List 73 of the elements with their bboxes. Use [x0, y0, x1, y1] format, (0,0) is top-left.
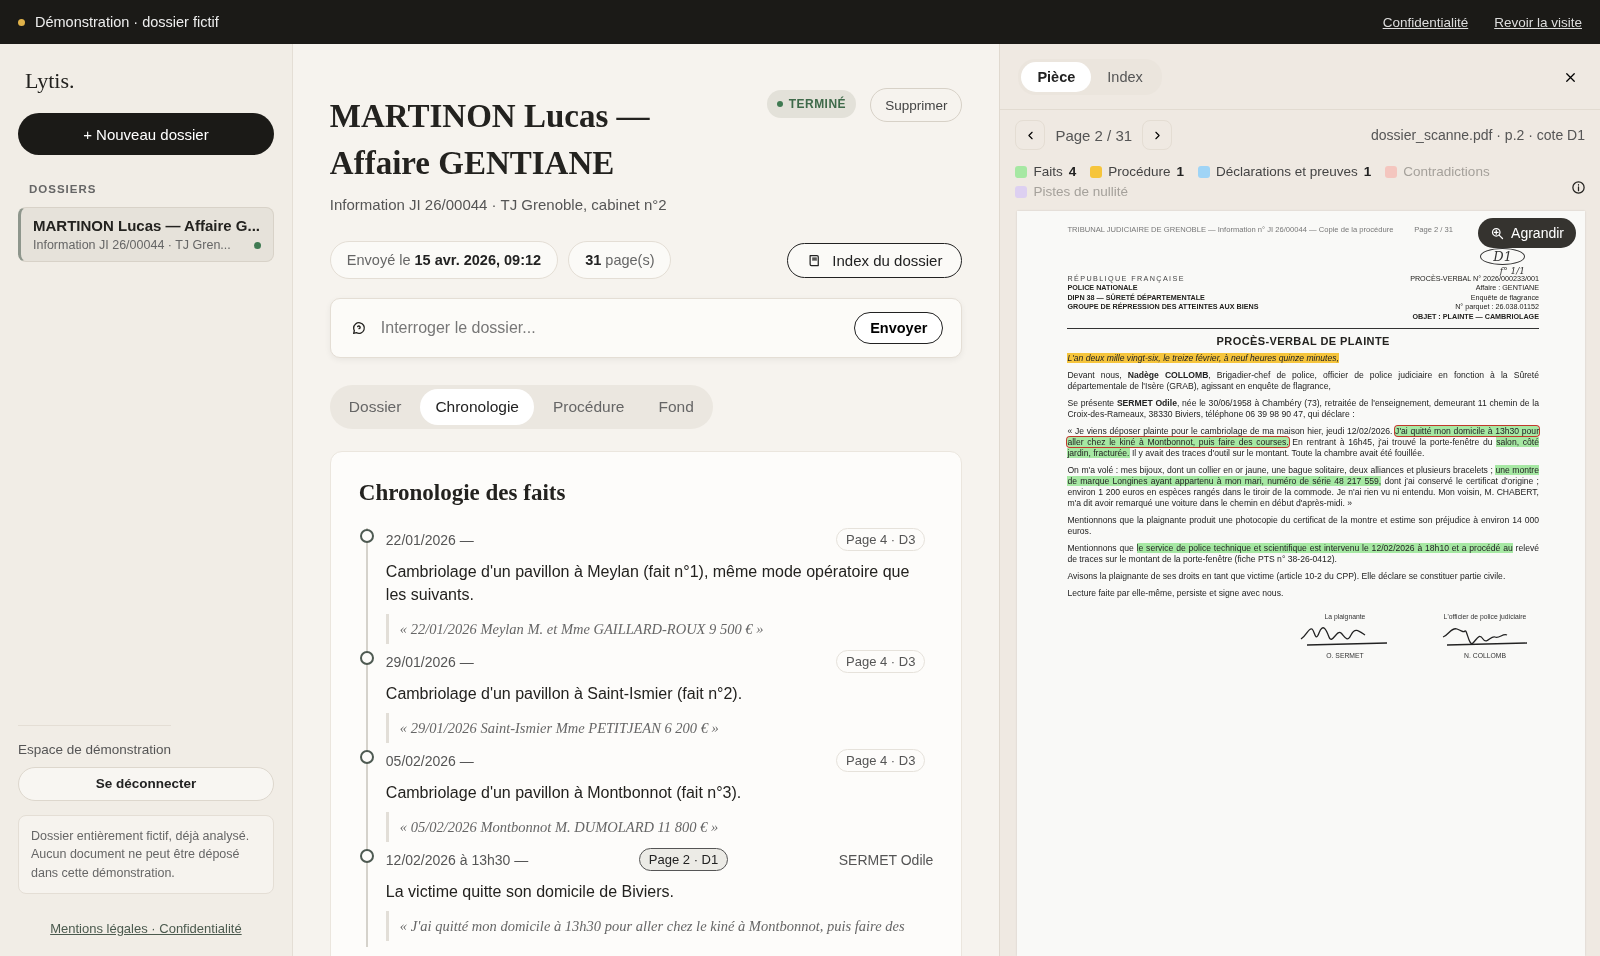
event-date: 05/02/2026 — — [385, 752, 474, 769]
viewer-tab[interactable]: Index — [1091, 62, 1159, 92]
previous-page-button[interactable] — [1015, 120, 1046, 150]
page-reference[interactable]: Page 2 · D1 — [638, 848, 729, 871]
info-icon — [1571, 180, 1586, 195]
document-paragraph: Mentionnons que le service de police technique et scientifique est intervenu le 12/02/2026 à 18h10 et a procédé au relevé de traces sur le montant de la porte-fenêtre (fiche PTS n° 38-26-0412). — [1067, 543, 1539, 566]
demo-banner-text: Démonstration · dossier fictif — [35, 14, 219, 30]
index-button[interactable]: Index du dossier — [787, 242, 963, 278]
page-indicator: Page 2 / 31 — [1054, 126, 1134, 144]
dossier-subtitle: Information JI 26/00044 · TJ Gren... — [33, 238, 232, 252]
header-link[interactable]: Confidentialité — [1382, 14, 1469, 30]
delete-button[interactable]: Supprimer — [870, 88, 963, 122]
event-description: Cambriolage d'un pavillon à Meylan (fait n°1), même mode opératoire que les suivants. — [385, 562, 911, 605]
event-date: 29/01/2026 — — [385, 653, 474, 670]
send-button[interactable]: Envoyer — [854, 312, 944, 344]
zoom-in-icon — [1490, 225, 1506, 241]
footer-link[interactable]: Mentions légales · Confidentialité — [50, 921, 242, 936]
event-date: 22/01/2026 — — [385, 531, 474, 548]
file-label: dossier_scanne.pdf · p.2 · cote D1 — [1371, 127, 1585, 143]
document-paragraph: L'an deux mille vingt-six, le treize février, à neuf heures quinze minutes, — [1067, 353, 1340, 365]
legend-item[interactable]: Faits 4 — [1015, 164, 1077, 179]
tab[interactable]: Dossier — [333, 389, 417, 425]
document-paragraph: On m'a volé : mes bijoux, dont un collier en or jaune, une bague solitaire, deux alliances et plusieurs bracelets ; une montre de marque Longines ayant appartenu à mon mari, numéro de série 48 217 559, dont j'ai conservé le certificat d'origine ; environ 1 200 euros en espèces rangés dans le tiroir de la commode. Je n'ai rien vu ni entendu. Mon voisin, M. CHABERT, m'a dit avoir remarqué une voiture dans le chemin en début d'après-midi. » — [1067, 465, 1539, 510]
viewer-tab[interactable]: Pièce — [1021, 62, 1092, 92]
document-heading: PROCÈS-VERBAL DE PLAINTE — [1216, 335, 1390, 348]
ask-field[interactable]: Interroger le dossier... Envoyer — [329, 298, 963, 358]
document-paragraph: Devant nous, Nadège COLLOMB, Brigadier-chef de police, officier de police judiciaire en fonction à la Sûreté départementale de l'Isère (GRAB), agissant en enquête de flagrance, — [1067, 370, 1539, 393]
dossier-title: MARTINON Lucas — Affaire G... — [33, 217, 261, 234]
dossier-item[interactable]: MARTINON Lucas — Affaire G... Information JI 26/00044 · TJ Gren... — [18, 207, 274, 262]
event-quote: « 22/01/2026 Meylan M. et Mme GAILLARD-ROUX 9 500 € » — [385, 614, 934, 644]
enlarge-button[interactable]: Agrandir — [1478, 218, 1576, 248]
next-page-button[interactable] — [1142, 120, 1173, 150]
event-quote: « 05/02/2026 Montbonnot M. DUMOLARD 11 800 € » — [385, 812, 934, 842]
page-reference[interactable]: Page 4 · D3 — [836, 749, 926, 772]
tab[interactable]: Fond — [643, 389, 709, 425]
event-quote: « J'ai quitté mon domicile à 13h30 pour aller chez le kiné à Montbonnot, puis faire des — [385, 911, 934, 941]
page-reference[interactable]: Page 4 · D3 — [836, 650, 926, 673]
legend-item[interactable]: Procédure 1 — [1090, 164, 1184, 179]
legend-item[interactable]: Déclarations et preuves 1 — [1198, 164, 1372, 179]
sent-date-chip: Envoyé le 15 avr. 2026, 09:12 — [329, 241, 559, 279]
logout-button[interactable]: Se déconnecter — [18, 766, 274, 801]
demo-note: Dossier entièrement fictif, déjà analysé. Aucun document ne peut être déposé dans cette démonstration. — [18, 814, 274, 894]
dot-icon — [18, 18, 25, 26]
timeline-dot-icon — [359, 651, 374, 665]
workspace-label: Espace de démonstration — [18, 724, 172, 757]
document-paragraph: « Je viens déposer plainte pour le cambriolage de ma maison hier, jeudi 12/02/2026. J'ai quitté mon domicile à 13h30 pour aller chez le kiné à Montbonnot, puis faire des courses. En rentrant à 16h45, j'ai trouvé la porte-fenêtre du salon, côté jardin, fracturée. Il y avait des traces d'outil sur le montant. Toute la chambre avait été fouillée. — [1067, 426, 1539, 460]
event-person: SERMET Odile — [838, 851, 934, 868]
event-description: Cambriolage d'un pavillon à Saint-Ismier (fait n°2). — [385, 684, 744, 704]
page-count-chip: 31 page(s) — [568, 241, 672, 279]
event-description: Cambriolage d'un pavillon à Montbonnot (fait n°3). — [385, 783, 743, 803]
new-dossier-button[interactable]: + Nouveau dossier — [18, 113, 274, 155]
case-subtitle: Information JI 26/00044 · TJ Grenoble, cabinet n°2 — [329, 196, 668, 213]
status-badge: TERMINÉ — [766, 90, 857, 118]
document-paragraph: Avisons la plaignante de ses droits en tant que victime (article 10-2 du CPP). Elle déclare se constituer partie civile. — [1067, 571, 1507, 583]
handwritten-note: f° 1/1 — [1499, 266, 1525, 276]
event-date: 12/02/2026 à 13h30 — — [385, 851, 529, 868]
chat-icon — [350, 320, 367, 336]
page-reference[interactable]: Page 4 · D3 — [836, 528, 926, 551]
section-label: DOSSIERS — [29, 183, 97, 195]
event-description: La victime quitte son domicile de Biviers. — [385, 882, 675, 902]
case-title: MARTINON Lucas — Affaire GENTIANE — [329, 97, 651, 183]
event-quote: « 29/01/2026 Saint-Ismier Mme PETITJEAN 6 200 € » — [385, 713, 934, 743]
timeline-dot-icon — [359, 750, 374, 764]
timeline-dot-icon — [359, 529, 374, 543]
document-paragraph: Se présente SERMET Odile, née le 30/06/1958 à Chambéry (73), retraitée de l'enseignement, demeurant 11 chemin de la Croix-des-Rameaux, 38330 Biviers, téléphone 06 39 98 90 47, qui déclare : — [1067, 398, 1539, 421]
document-paragraph: Mentionnons que la plaignante produit une photocopie du certificat de la montre et estime son préjudice à environ 14 000 euros. — [1067, 515, 1539, 538]
logo: Lytis. — [25, 68, 75, 94]
tab[interactable]: Chronologie — [420, 389, 534, 425]
tab[interactable]: Procédure — [537, 389, 640, 425]
timeline-dot-icon — [359, 849, 374, 863]
document-paragraph: Lecture faite par elle-même, persiste et signe avec nous. — [1067, 588, 1285, 600]
header-link[interactable]: Revoir la visite — [1494, 14, 1582, 30]
section-title: Chronologie des faits — [358, 480, 567, 506]
